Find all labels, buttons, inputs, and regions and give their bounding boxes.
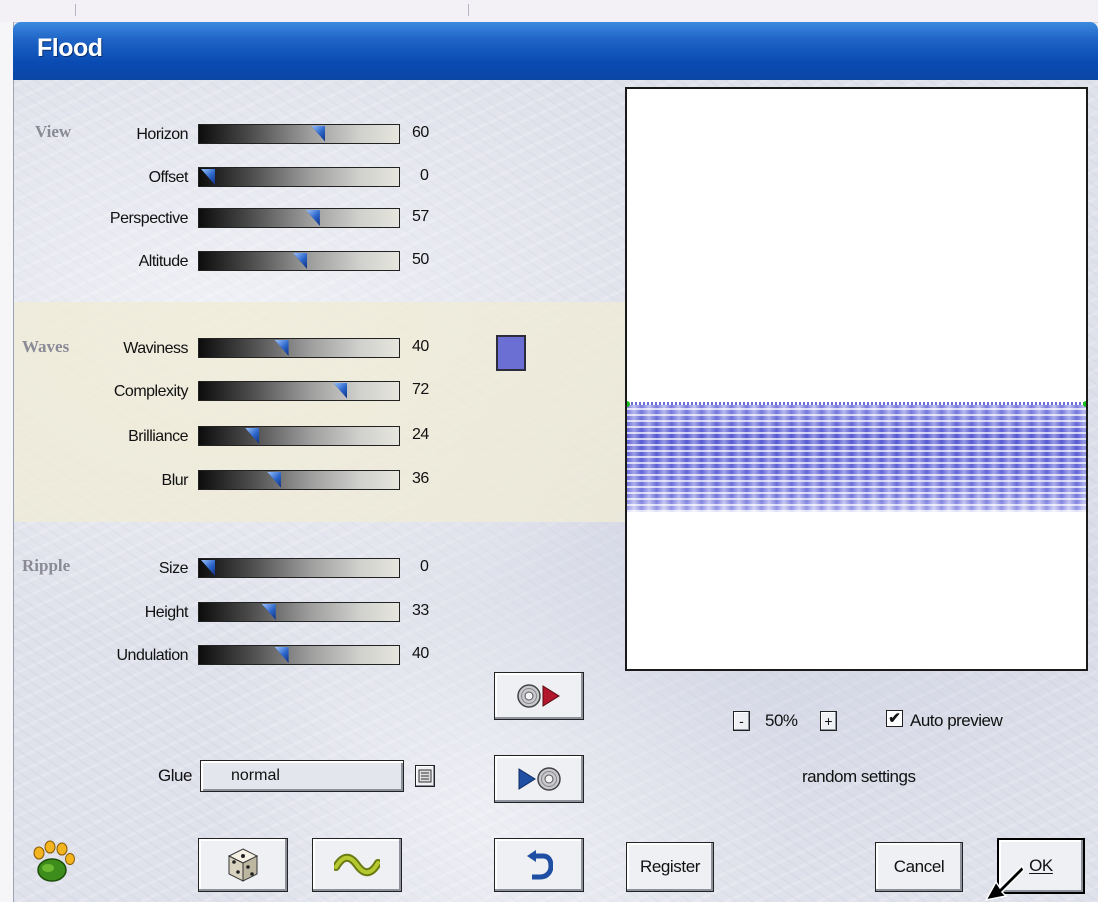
horizon-value: 60 [412, 124, 429, 141]
offset-value: 0 [420, 167, 429, 184]
perspective-slider[interactable] [198, 208, 400, 228]
height-slider[interactable] [198, 602, 400, 622]
undulation-value: 40 [412, 645, 429, 662]
size-slider[interactable] [198, 558, 400, 578]
complexity-slider[interactable] [198, 381, 400, 401]
glue-select[interactable]: normal [200, 760, 404, 792]
slider-label-height: Height [144, 604, 189, 621]
slider-label-brilliance: Brilliance [128, 428, 188, 445]
glue-value: normal [231, 767, 280, 784]
wave-icon [334, 853, 380, 877]
ok-label: OK [1029, 856, 1053, 875]
altitude-value: 50 [412, 251, 429, 268]
slider-thumb[interactable] [201, 560, 215, 576]
background-window-strip [0, 0, 1098, 23]
slider-label-undulation: Undulation [116, 647, 189, 664]
slider-thumb[interactable] [305, 210, 320, 226]
slider-thumb[interactable] [293, 253, 307, 269]
randomize-button[interactable] [198, 838, 288, 892]
slider-label-altitude: Altitude [138, 253, 189, 270]
register-label: Register [639, 857, 701, 876]
waviness-value: 40 [412, 338, 429, 355]
auto-preview-label: Auto preview [910, 711, 1003, 730]
load-preset-button[interactable] [494, 672, 584, 720]
blur-value: 36 [412, 470, 429, 487]
perspective-value: 57 [412, 208, 429, 225]
mouse-pointer-icon [984, 864, 1024, 902]
strip-separator [75, 4, 76, 16]
brilliance-slider[interactable] [198, 426, 400, 446]
checkmark-icon: ✔ [888, 710, 901, 727]
altitude-slider[interactable] [198, 251, 400, 271]
slider-thumb[interactable] [267, 472, 282, 488]
slider-thumb[interactable] [261, 604, 276, 620]
zoom-level: 50% [765, 711, 798, 730]
preview-water [627, 404, 1086, 512]
group-label-view: View [35, 122, 72, 141]
slider-thumb[interactable] [274, 647, 289, 663]
undulation-slider[interactable] [198, 645, 400, 665]
slider-label-perspective: Perspective [109, 210, 189, 227]
glue-options-icon [418, 769, 432, 783]
blur-slider[interactable] [198, 470, 400, 490]
slider-label-waviness: Waviness [123, 340, 188, 357]
title-bar[interactable]: Flood [13, 22, 1098, 80]
slider-thumb[interactable] [333, 383, 348, 399]
size-value: 0 [420, 558, 429, 575]
register-button[interactable]: Register [626, 842, 714, 892]
window-title: Flood [37, 34, 103, 62]
zoom-in-button[interactable]: + [820, 711, 837, 731]
auto-preview-checkbox[interactable]: ✔ [886, 710, 903, 727]
zoom-out-label: - [739, 713, 744, 729]
horizon-slider[interactable] [198, 124, 400, 144]
strip-separator [468, 4, 469, 16]
zoom-in-label: + [824, 713, 833, 729]
slider-label-horizon: Horizon [136, 126, 188, 143]
disk-save-icon [518, 767, 561, 791]
wave-button[interactable] [312, 838, 402, 892]
slider-label-offset: Offset [148, 169, 189, 186]
cancel-button[interactable]: Cancel [875, 842, 963, 892]
frog-foot-logo-icon [30, 838, 78, 884]
slider-label-size: Size [158, 560, 189, 577]
slider-label-complexity: Complexity [113, 383, 189, 400]
glue-label: Glue [158, 766, 192, 785]
undo-arrow-icon [527, 850, 553, 880]
random-settings-label: random settings [802, 767, 916, 786]
slider-thumb[interactable] [245, 428, 260, 444]
waviness-slider[interactable] [198, 338, 400, 358]
slider-thumb[interactable] [201, 169, 215, 185]
horizon-handle-right[interactable] [1083, 401, 1086, 407]
zoom-out-button[interactable]: - [733, 711, 750, 731]
group-label-waves: Waves [22, 337, 70, 356]
glue-options-button[interactable] [415, 765, 435, 787]
reset-button[interactable] [494, 838, 584, 892]
dice-icon [227, 848, 259, 882]
height-value: 33 [412, 602, 429, 619]
slider-thumb[interactable] [311, 126, 326, 142]
preview-pane[interactable] [625, 87, 1088, 671]
slider-thumb[interactable] [274, 340, 289, 356]
save-preset-button[interactable] [494, 755, 584, 803]
group-label-ripple: Ripple [22, 556, 71, 575]
offset-slider[interactable] [198, 167, 400, 187]
wave-color-swatch[interactable] [496, 335, 526, 371]
window-left-edge [0, 22, 14, 902]
slider-label-blur: Blur [161, 472, 189, 489]
cancel-label: Cancel [893, 857, 945, 876]
complexity-value: 72 [412, 381, 429, 398]
disk-load-icon [517, 684, 560, 708]
preview-horizon-line [627, 402, 1086, 405]
brilliance-value: 24 [412, 426, 429, 443]
